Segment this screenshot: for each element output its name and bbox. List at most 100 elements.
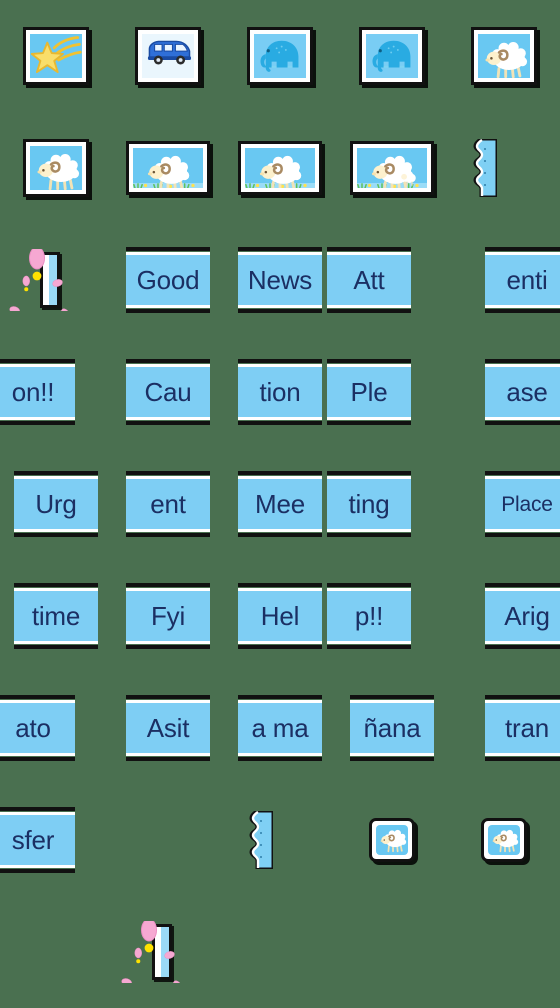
tile-bottom-strip [126,417,210,420]
sticker-text-sfer[interactable]: sfer [0,784,112,896]
sticker-label: Ple [351,379,388,405]
sticker-text-time[interactable]: time [0,560,112,672]
sticker-elephant-2[interactable] [336,0,448,112]
sheep-icon [478,34,530,78]
sticker-text-arig[interactable]: Arig [448,560,560,672]
sticker-label: Att [353,267,384,293]
sticker-minivan[interactable] [112,0,224,112]
sticker-shooting-star[interactable] [0,0,112,112]
sticker-text-on[interactable]: on!! [0,336,112,448]
sticker-cherry-blossom-1[interactable] [0,224,112,336]
elephant-icon [366,34,418,74]
sticker-scalloped-edge-1[interactable] [448,112,560,224]
sticker-text-good[interactable]: Good [112,224,224,336]
sticker-label: on!! [12,379,55,405]
sticker-sheep-meadow-2[interactable] [224,112,336,224]
tile-top-strip [126,252,210,255]
sticker-label: Hel [261,603,299,629]
sticker-text-a-ma[interactable]: a ma [224,672,336,784]
sticker-label: sfer [12,827,55,853]
scalloped-edge-icon [247,811,273,869]
tile-bottom-strip [485,641,560,644]
tile-bottom-strip [0,417,75,420]
sticker-elephant-1[interactable] [224,0,336,112]
sticker-text-tran[interactable]: tran [448,672,560,784]
sticker-text-ato[interactable]: ato [0,672,112,784]
tile-top-strip [327,364,411,367]
sticker-text-ent[interactable]: ent [112,448,224,560]
tile-top-strip [485,364,560,367]
sticker-text-tion[interactable]: tion [224,336,336,448]
elephant-icon [254,34,306,74]
tile-top-strip [327,476,411,479]
sheep-icon [488,825,520,855]
sticker-text-tile: Cau [126,364,210,420]
sticker-photo-tile [481,818,527,862]
sticker-text-tile: p!! [327,588,411,644]
sticker-text-att[interactable]: Att [336,224,448,336]
sticker-text-tile: Place [485,476,560,532]
sticker-text-cau[interactable]: Cau [112,336,224,448]
sheep-icon [133,148,203,188]
cherry-blossom-icon [120,921,182,983]
scalloped-edge-icon [471,139,497,197]
tile-bottom-strip [485,529,560,532]
sticker-photo-tile [247,27,313,85]
tile-bottom-strip [350,753,434,756]
tile-top-strip [485,252,560,255]
sticker-text-mee[interactable]: Mee [224,448,336,560]
sticker-label: ent [150,491,186,517]
sticker-photo-tile [471,27,537,85]
sticker-text-tile: ent [126,476,210,532]
sticker-sheep-4[interactable] [448,784,560,896]
sticker-scalloped-edge-2[interactable] [224,784,336,896]
sticker-text-ple[interactable]: Ple [336,336,448,448]
sticker-text-ting[interactable]: ting [336,448,448,560]
tile-bottom-strip [14,641,98,644]
sticker-text-tile: Ple [327,364,411,420]
sticker-label: Good [137,267,200,293]
sticker-text-tile: Good [126,252,210,308]
tile-top-strip [327,252,411,255]
sticker-text-tile: Asit [126,700,210,756]
sticker-text-tile: News [238,252,322,308]
sticker-label: ting [348,491,389,517]
tile-top-strip [238,476,322,479]
tile-top-strip [126,476,210,479]
sticker-text-fyi[interactable]: Fyi [112,560,224,672]
sticker-sheep-meadow-1[interactable] [112,112,224,224]
sticker-label: enti [506,267,547,293]
sticker-text-nana[interactable]: ñana [336,672,448,784]
tile-bottom-strip [238,641,322,644]
sticker-text-tile: time [14,588,98,644]
sticker-text-ase[interactable]: ase [448,336,560,448]
tile-top-strip [327,588,411,591]
sticker-text-hel[interactable]: Hel [224,560,336,672]
sticker-text-place[interactable]: Place [448,448,560,560]
minivan-icon [142,34,194,78]
sheep-icon [376,825,408,853]
sticker-label: Place [501,494,553,515]
sheep-icon [245,148,315,188]
sticker-text-news[interactable]: News [224,224,336,336]
sticker-label: a ma [251,715,308,741]
sticker-sheep-lamb-meadow[interactable] [336,112,448,224]
sticker-text-p[interactable]: p!! [336,560,448,672]
sticker-text-asit[interactable]: Asit [112,672,224,784]
tile-bottom-strip [238,753,322,756]
tile-bottom-strip [485,753,560,756]
sticker-text-tile: sfer [0,812,75,868]
sticker-cherry-blossom-2[interactable] [112,896,224,1008]
sticker-sheep-3[interactable] [336,784,448,896]
scalloped-edge-icon [247,811,273,869]
tile-bottom-strip [126,529,210,532]
tile-bottom-strip [0,865,75,868]
sticker-text-urg[interactable]: Urg [0,448,112,560]
tile-top-strip [14,476,98,479]
sticker-text-enti[interactable]: enti [448,224,560,336]
sticker-sheep-2[interactable] [0,112,112,224]
sticker-sheep-1[interactable] [448,0,560,112]
sticker-text-tile: Urg [14,476,98,532]
sticker-text-tile: enti [485,252,560,308]
sticker-label: p!! [355,603,383,629]
